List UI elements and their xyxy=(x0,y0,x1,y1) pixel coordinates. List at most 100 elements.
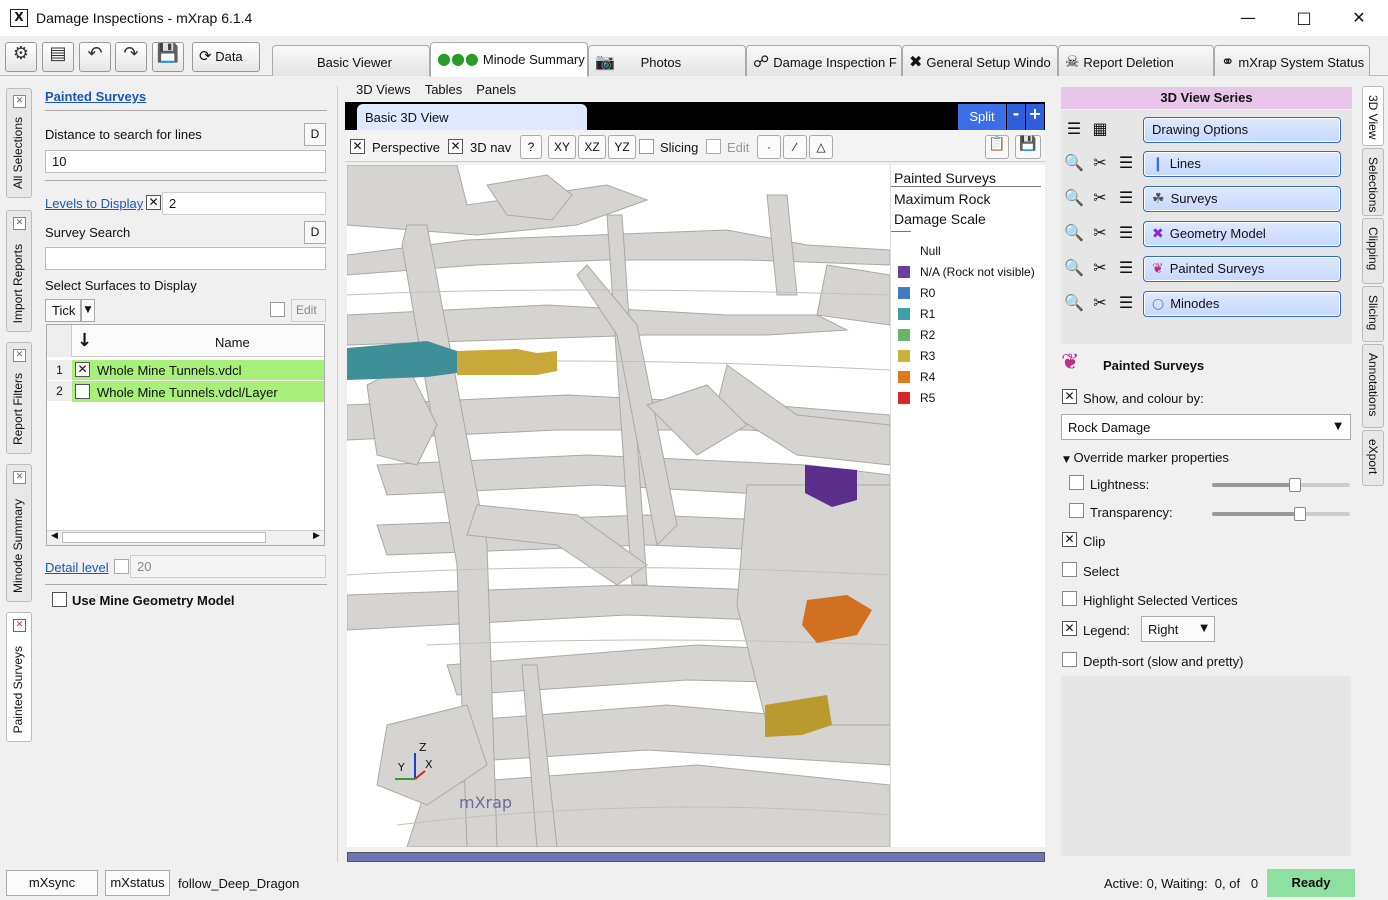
survey-search-input[interactable] xyxy=(45,247,326,270)
distance-d-button[interactable]: D xyxy=(304,123,326,146)
lightness-slider[interactable] xyxy=(1212,478,1350,492)
plus-button[interactable]: + xyxy=(1026,104,1044,130)
clip-scissors-icon[interactable]: ✂ xyxy=(1089,152,1111,174)
clip-scissors-icon[interactable]: ✂ xyxy=(1089,292,1111,314)
grid-view-icon[interactable]: ▦ xyxy=(1089,118,1111,140)
use-geometry-checkbox[interactable] xyxy=(52,592,67,607)
transparency-checkbox[interactable] xyxy=(1069,503,1084,518)
tab-photos[interactable]: 📷 Photos xyxy=(588,45,746,76)
nav-3d-checkbox[interactable]: ✕ xyxy=(448,139,463,154)
levels-checkbox[interactable]: ✕ xyxy=(146,195,161,210)
menu-3d-views[interactable]: 3D Views xyxy=(356,82,411,97)
maximize-icon[interactable]: □ xyxy=(1289,6,1319,30)
mxstatus-button[interactable]: mXstatus xyxy=(105,870,170,896)
override-toggle[interactable]: ▼ Override marker properties xyxy=(1063,450,1229,465)
tick-dropdown-arrow-icon[interactable]: ▼ xyxy=(81,299,95,322)
close-icon[interactable]: ✕ xyxy=(1344,6,1374,30)
tick-button[interactable]: Tick xyxy=(45,299,81,322)
rvtab-slicing[interactable]: Slicing xyxy=(1362,286,1384,342)
painted-surveys-link[interactable]: Painted Surveys xyxy=(45,89,146,104)
tab-basic-viewer[interactable]: Basic Viewer xyxy=(272,45,430,76)
scroll-thumb[interactable] xyxy=(62,532,266,543)
data-refresh-button[interactable]: ⟳ Data xyxy=(192,42,260,72)
sort-down-arrow-icon[interactable]: ↓ xyxy=(77,330,92,351)
zoom-icon[interactable]: 🔍 xyxy=(1063,152,1085,174)
highlight-checkbox[interactable] xyxy=(1062,591,1077,606)
yz-view-button[interactable]: YZ xyxy=(608,135,636,159)
name-column-header[interactable]: Name xyxy=(215,335,250,350)
detail-level-input[interactable]: 20 xyxy=(130,555,326,578)
clip-scissors-icon[interactable]: ✂ xyxy=(1089,222,1111,244)
vtab-painted-surveys[interactable]: ✕ Painted Surveys xyxy=(6,612,32,742)
edit-3d-checkbox[interactable] xyxy=(706,139,721,154)
properties-list-icon[interactable]: ☰ xyxy=(1115,257,1137,279)
clip-scissors-icon[interactable]: ✂ xyxy=(1089,257,1111,279)
detail-level-link[interactable]: Detail level xyxy=(45,560,109,575)
vtab-minode-summary[interactable]: ✕ Minode Summary xyxy=(6,464,32,602)
tab-system-status[interactable]: ⚭ mXrap System Status xyxy=(1214,45,1370,76)
slider-thumb[interactable] xyxy=(1288,478,1301,492)
legend-position-select[interactable]: Right ▼ xyxy=(1141,616,1215,642)
show-colour-checkbox[interactable]: ✕ xyxy=(1062,389,1077,404)
tab-basic-3d-view[interactable]: Basic 3D View xyxy=(357,104,587,130)
line-tool-icon[interactable]: ∕ xyxy=(783,135,807,159)
vtab-import-reports[interactable]: ✕ Import Reports xyxy=(6,210,32,332)
survey-search-d-button[interactable]: D xyxy=(304,221,326,244)
rvtab-clipping[interactable]: Clipping xyxy=(1362,218,1384,284)
minimize-icon[interactable]: — xyxy=(1233,6,1263,30)
tab-general-setup[interactable]: ✖ General Setup Windo xyxy=(902,45,1058,76)
close-tab-icon[interactable]: ✕ xyxy=(13,217,26,230)
detail-level-checkbox[interactable] xyxy=(114,559,129,574)
properties-list-icon[interactable]: ☰ xyxy=(1115,187,1137,209)
row-checkbox[interactable] xyxy=(75,384,90,399)
close-tab-icon[interactable]: ✕ xyxy=(13,619,26,632)
edit-button[interactable]: Edit xyxy=(291,299,326,322)
transparency-slider[interactable] xyxy=(1212,507,1350,521)
levels-input[interactable]: 2 xyxy=(162,192,326,215)
colour-by-select[interactable]: Rock Damage ▼ xyxy=(1061,414,1351,440)
distance-input[interactable]: 10 xyxy=(45,150,326,173)
layout-panel-icon[interactable]: ▤ xyxy=(42,42,74,72)
save-icon[interactable]: 💾 xyxy=(152,42,184,72)
legend-checkbox[interactable]: ✕ xyxy=(1062,621,1077,636)
vtab-all-selections[interactable]: ✕ All Selections xyxy=(6,88,32,198)
properties-list-icon[interactable]: ☰ xyxy=(1115,152,1137,174)
properties-list-icon[interactable]: ☰ xyxy=(1115,292,1137,314)
series-button-4[interactable]: ○ Minodes xyxy=(1143,291,1341,317)
mxsync-button[interactable]: mXsync xyxy=(6,870,98,896)
slicing-checkbox[interactable] xyxy=(639,139,654,154)
clipboard-icon[interactable]: 📋 xyxy=(985,135,1009,159)
split-button[interactable]: Split xyxy=(958,104,1006,130)
lightness-checkbox[interactable] xyxy=(1069,475,1084,490)
rvtab-selections[interactable]: Selections xyxy=(1362,148,1384,216)
save-image-icon[interactable]: 💾 xyxy=(1015,135,1041,159)
menu-panels[interactable]: Panels xyxy=(476,82,516,97)
menu-tables[interactable]: Tables xyxy=(425,82,463,97)
minus-button[interactable]: - xyxy=(1007,104,1025,130)
zoom-icon[interactable]: 🔍 xyxy=(1063,222,1085,244)
series-button-0[interactable]: ❙ Lines xyxy=(1143,151,1341,177)
zoom-icon[interactable]: 🔍 xyxy=(1063,257,1085,279)
properties-list-icon[interactable]: ☰ xyxy=(1115,222,1137,244)
close-tab-icon[interactable]: ✕ xyxy=(13,471,26,484)
settings-gear-icon[interactable]: ⚙ xyxy=(5,42,37,72)
xz-view-button[interactable]: XZ xyxy=(578,135,606,159)
close-tab-icon[interactable]: ✕ xyxy=(13,349,26,362)
zoom-icon[interactable]: 🔍 xyxy=(1063,292,1085,314)
row-checkbox[interactable]: ✕ xyxy=(75,362,90,377)
list-view-icon[interactable]: ☰ xyxy=(1063,118,1085,140)
rvtab-export[interactable]: eXport xyxy=(1362,430,1384,486)
series-button-2[interactable]: ✖ Geometry Model xyxy=(1143,221,1341,247)
scroll-left-icon[interactable]: ◀ xyxy=(51,531,58,541)
clip-scissors-icon[interactable]: ✂ xyxy=(1089,187,1111,209)
levels-to-display-link[interactable]: Levels to Display xyxy=(45,196,143,211)
point-tool-icon[interactable]: · xyxy=(757,135,781,159)
triangle-tool-icon[interactable]: △ xyxy=(809,135,833,159)
series-button-1[interactable]: ☘ Surveys xyxy=(1143,186,1341,212)
undo-icon[interactable]: ↶ xyxy=(79,42,111,72)
depth-sort-checkbox[interactable] xyxy=(1062,652,1077,667)
redo-icon[interactable]: ↷ xyxy=(115,42,147,72)
drawing-options-button[interactable]: Drawing Options xyxy=(1143,117,1341,143)
help-button[interactable]: ? xyxy=(520,135,542,159)
rvtab-annotations[interactable]: Annotations xyxy=(1362,344,1384,428)
